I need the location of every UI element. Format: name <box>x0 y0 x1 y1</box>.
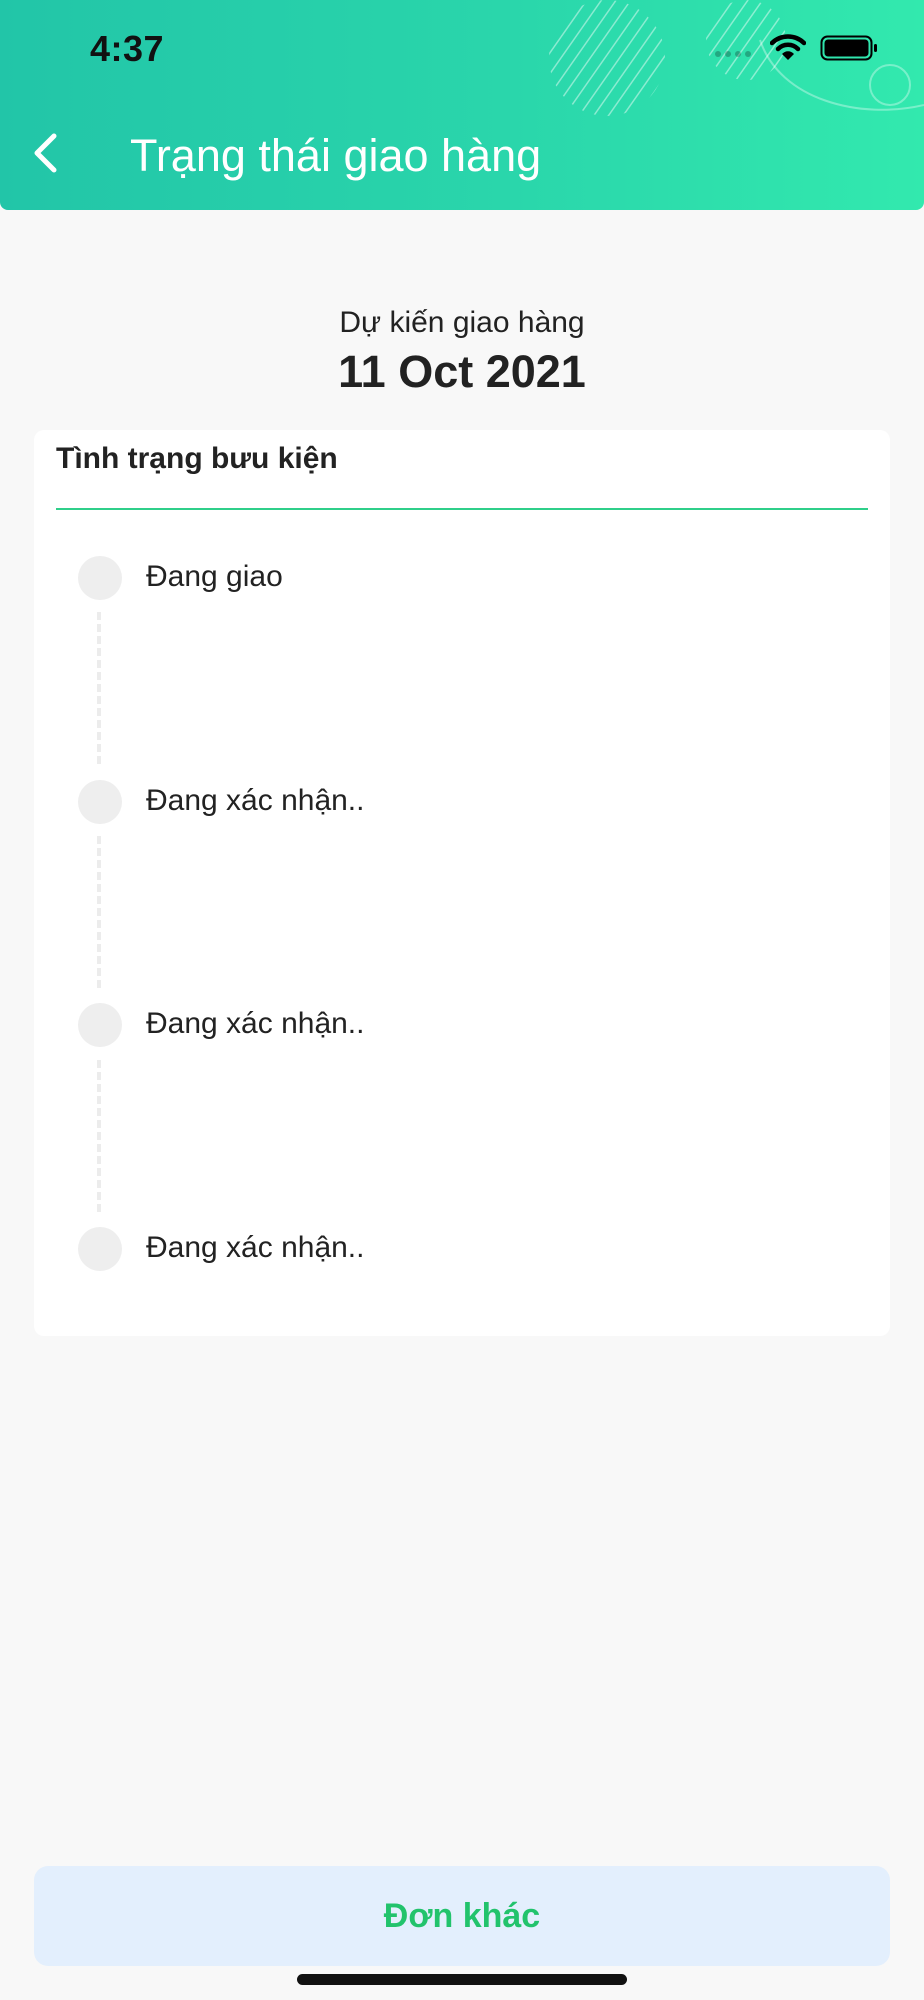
parcel-status-card: Tình trạng bưu kiện Đang giao Đang xác n… <box>34 430 890 1336</box>
timeline-step-label: Đang xác nhận.. <box>146 1231 365 1264</box>
timeline-dot <box>78 1003 122 1047</box>
wifi-icon <box>770 34 806 60</box>
home-indicator[interactable] <box>297 1974 627 1985</box>
app-header: 4:37 Trạng thái giao hàng <box>0 0 924 210</box>
status-icons <box>712 34 878 62</box>
back-button[interactable] <box>20 128 70 178</box>
timeline-step-label: Đang xác nhận.. <box>146 784 365 817</box>
other-order-button[interactable]: Đơn khác <box>34 1866 890 1966</box>
expected-delivery-label: Dự kiến giao hàng <box>339 306 585 339</box>
card-divider <box>56 508 868 510</box>
timeline-connector <box>97 612 101 764</box>
expected-delivery-date: 11 Oct 2021 <box>338 346 586 397</box>
status-time: 4:37 <box>90 28 165 69</box>
timeline-dot <box>78 1227 122 1271</box>
chevron-left-icon <box>34 133 57 173</box>
signal-icon <box>715 51 751 57</box>
battery-icon <box>820 35 877 61</box>
timeline-connector <box>97 836 101 988</box>
page-title: Trạng thái giao hàng <box>130 130 542 181</box>
timeline-dot <box>78 556 122 600</box>
timeline-step-label: Đang xác nhận.. <box>146 1007 365 1040</box>
parcel-status-title: Tình trạng bưu kiện <box>56 442 338 475</box>
timeline-step-label: Đang giao <box>146 560 283 593</box>
timeline-connector <box>97 1060 101 1212</box>
timeline-dot <box>78 780 122 824</box>
